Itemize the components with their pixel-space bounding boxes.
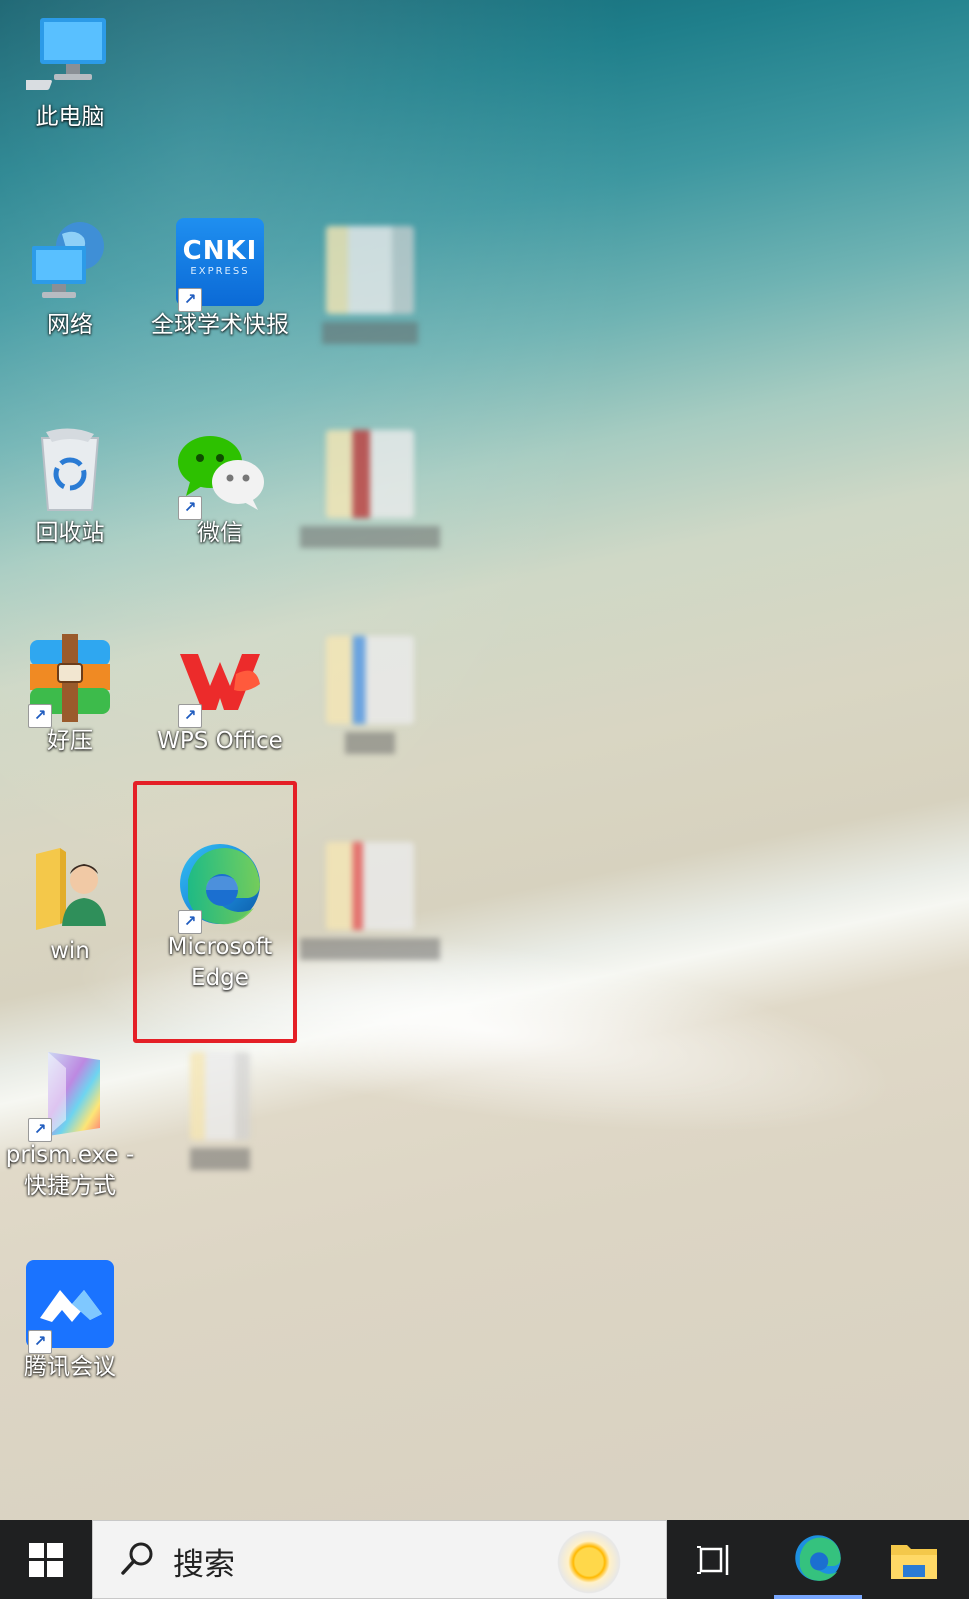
icon-label: 此电脑	[35, 104, 105, 130]
file-icon	[326, 636, 414, 724]
icon-label: WPS Office	[157, 728, 283, 754]
file-icon	[190, 1052, 250, 1140]
search-icon	[121, 1542, 153, 1575]
taskbar-search-box[interactable]: 搜索	[92, 1520, 667, 1599]
shortcut-arrow-icon: ↗	[178, 288, 202, 312]
desktop-wallpaper	[0, 0, 969, 1520]
cnki-logo-text: CNKI	[182, 236, 258, 266]
desktop-icon-cnki[interactable]: CNKI EXPRESS ↗ 全球学术快报	[150, 218, 290, 341]
icon-label: 腾讯会议	[24, 1354, 116, 1380]
recycle-bin-icon	[26, 426, 114, 514]
file-icon	[326, 226, 414, 314]
edge-icon	[795, 1534, 841, 1581]
icon-label: 全球学术快报	[151, 312, 289, 338]
haozip-icon: ↗	[26, 634, 114, 728]
blurred-label	[300, 938, 440, 960]
icon-label: 好压	[47, 728, 93, 754]
wps-icon: ↗	[176, 634, 264, 728]
blurred-desktop-icon[interactable]	[300, 636, 440, 754]
prism-icon: ↗	[26, 1048, 114, 1142]
blurred-label	[322, 322, 418, 344]
cnki-logo-subtext: EXPRESS	[190, 266, 250, 277]
taskbar-file-explorer-button[interactable]	[870, 1520, 958, 1599]
icon-label: 网络	[47, 312, 93, 338]
icon-label: win	[50, 938, 90, 964]
blurred-label	[345, 732, 395, 754]
shortcut-arrow-icon: ↗	[28, 1330, 52, 1354]
blurred-label	[300, 526, 440, 548]
task-view-icon	[697, 1544, 729, 1575]
shortcut-arrow-icon: ↗	[28, 1118, 52, 1142]
desktop-icon-tencent-meeting[interactable]: ↗ 腾讯会议	[0, 1260, 140, 1383]
taskbar-edge-button[interactable]	[774, 1520, 862, 1599]
icon-label: 微信	[197, 520, 243, 546]
desktop-icon-network[interactable]: 网络	[0, 218, 140, 341]
start-button[interactable]	[0, 1520, 92, 1599]
desktop-icon-wps[interactable]: ↗ WPS Office	[150, 634, 290, 757]
network-icon	[26, 218, 114, 306]
shortcut-arrow-icon: ↗	[178, 704, 202, 728]
desktop-icon-user-folder[interactable]: win	[0, 844, 140, 967]
file-icon	[326, 430, 414, 518]
taskbar: 搜索	[0, 1520, 969, 1599]
desktop-icon-haozip[interactable]: ↗ 好压	[0, 634, 140, 757]
file-explorer-icon	[891, 1544, 937, 1579]
shortcut-arrow-icon: ↗	[28, 704, 52, 728]
task-view-button[interactable]	[672, 1520, 760, 1599]
user-folder-icon	[26, 844, 114, 932]
desktop-icon-wechat[interactable]: ↗ 微信	[150, 426, 290, 549]
computer-icon	[3, 10, 114, 98]
desktop-icon-prism[interactable]: ↗ prism.exe - 快捷方式	[0, 1048, 140, 1202]
blurred-desktop-icon[interactable]	[300, 226, 440, 344]
search-placeholder: 搜索	[173, 1547, 235, 1583]
blurred-desktop-icon[interactable]	[150, 1052, 290, 1170]
desktop-icon-recycle-bin[interactable]: 回收站	[0, 426, 140, 549]
windows-logo-icon	[29, 1542, 63, 1577]
file-icon	[326, 842, 414, 930]
desktop-icon-this-pc[interactable]: 此电脑	[0, 10, 140, 133]
icon-label: 回收站	[35, 520, 105, 546]
blurred-label	[190, 1148, 250, 1170]
tencent-meeting-icon: ↗	[26, 1260, 114, 1354]
search-highlight-sun-icon	[554, 1527, 624, 1597]
blurred-desktop-icon[interactable]	[300, 430, 440, 548]
icon-label: prism.exe - 快捷方式	[5, 1142, 135, 1199]
edge-highlight-box	[133, 781, 297, 1043]
shortcut-arrow-icon: ↗	[178, 496, 202, 520]
cnki-icon: CNKI EXPRESS ↗	[176, 218, 264, 312]
blurred-desktop-icon[interactable]	[300, 842, 440, 960]
wechat-icon: ↗	[176, 426, 264, 520]
